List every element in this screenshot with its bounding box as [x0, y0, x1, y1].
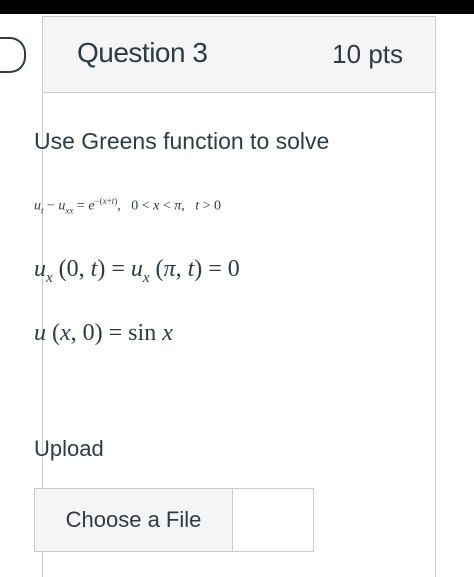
question-points: 10 pts	[332, 39, 403, 69]
upload-label: Upload	[34, 436, 104, 461]
question-title: Question 3	[77, 37, 208, 68]
choose-file-button[interactable]: Choose a File	[35, 489, 233, 551]
question-pin-marker[interactable]	[0, 37, 26, 73]
question-header: Question 3 10 pts	[43, 17, 435, 93]
selected-file-name	[233, 489, 313, 551]
screenshot-photo: Question 3 10 pts Use Greens function to…	[0, 0, 474, 577]
question-prompt: Use Greens function to solve	[34, 128, 330, 154]
file-upload-widget: Choose a File	[34, 488, 314, 552]
top-dark-edge	[0, 0, 474, 14]
initial-condition: u (x, 0) = sin x	[34, 320, 173, 346]
boundary-condition: ux (0, t) = ux (π, t) = 0	[34, 256, 240, 286]
pde-equation: ut − uxx = e−(x+t), 0 < x < π, t > 0	[34, 196, 222, 216]
